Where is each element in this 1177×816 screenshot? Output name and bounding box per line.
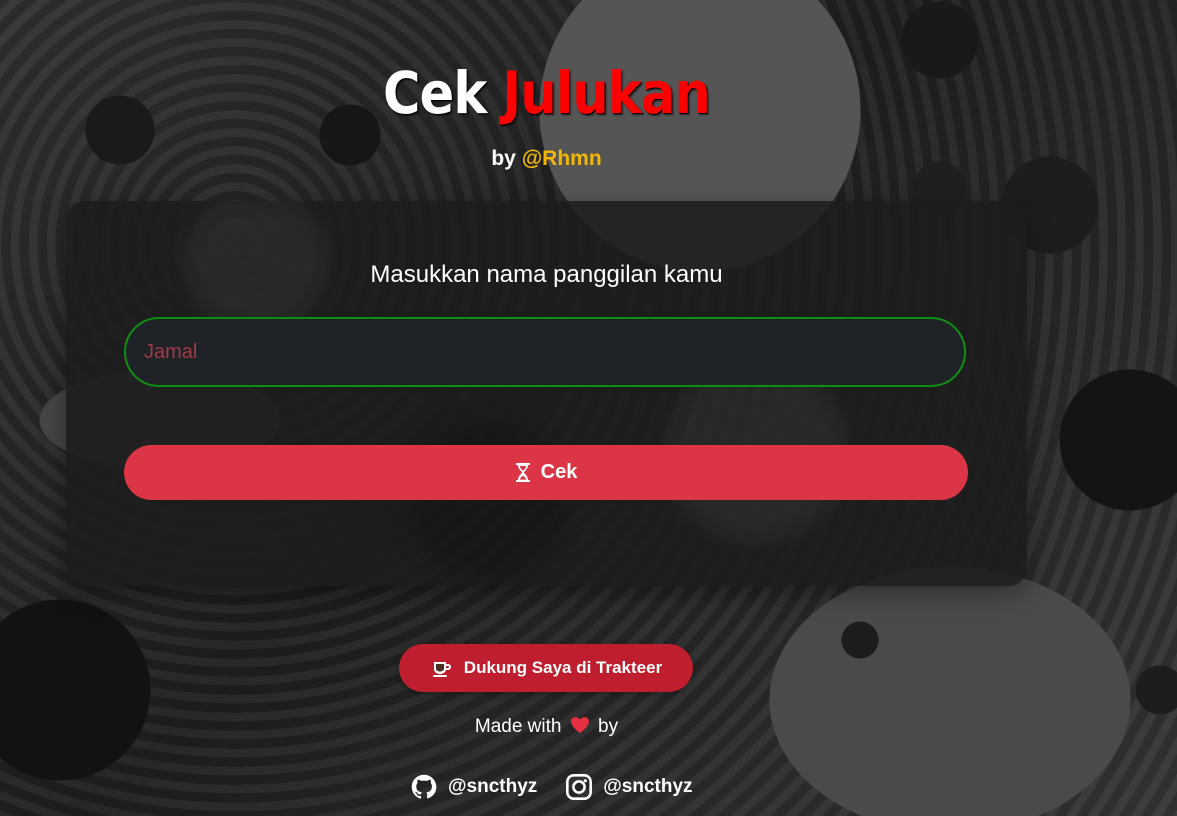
nickname-input[interactable]: [124, 317, 966, 387]
title-word-julukan: Julukan: [502, 59, 711, 127]
trakteer-label: Dukung Saya di Trakteer: [463, 658, 663, 677]
page-title: Cek Julukan: [66, 64, 1028, 122]
made-with-text: Made with by: [0, 716, 1093, 738]
made-with-prefix: Made with: [474, 716, 562, 737]
github-icon: [411, 774, 437, 799]
made-with-suffix: by: [598, 716, 619, 737]
cek-button[interactable]: Cek: [124, 445, 968, 500]
nickname-prompt: Masukkan nama panggilan kamu: [370, 261, 723, 288]
author-byline: by @Rhmn: [0, 147, 1093, 171]
instagram-icon: [566, 774, 593, 800]
nickname-card: Masukkan nama panggilan kamu Cek: [66, 201, 1027, 586]
byline-prefix: by: [491, 147, 516, 170]
author-handle: @Rhmn: [521, 147, 602, 170]
hourglass-icon: [515, 463, 530, 482]
github-link[interactable]: @sncthyz: [410, 773, 537, 801]
instagram-handle: @sncthyz: [603, 776, 693, 797]
cup-icon: [432, 662, 451, 677]
trakteer-support-button[interactable]: Dukung Saya di Trakteer: [399, 644, 693, 692]
heart-icon: [570, 717, 589, 733]
title-word-cek: Cek: [383, 59, 487, 127]
social-links: @sncthyz @sncthyz: [410, 769, 710, 805]
cek-button-label: Cek: [540, 461, 578, 483]
github-handle: @sncthyz: [448, 776, 538, 797]
instagram-link[interactable]: @sncthyz: [565, 773, 693, 801]
